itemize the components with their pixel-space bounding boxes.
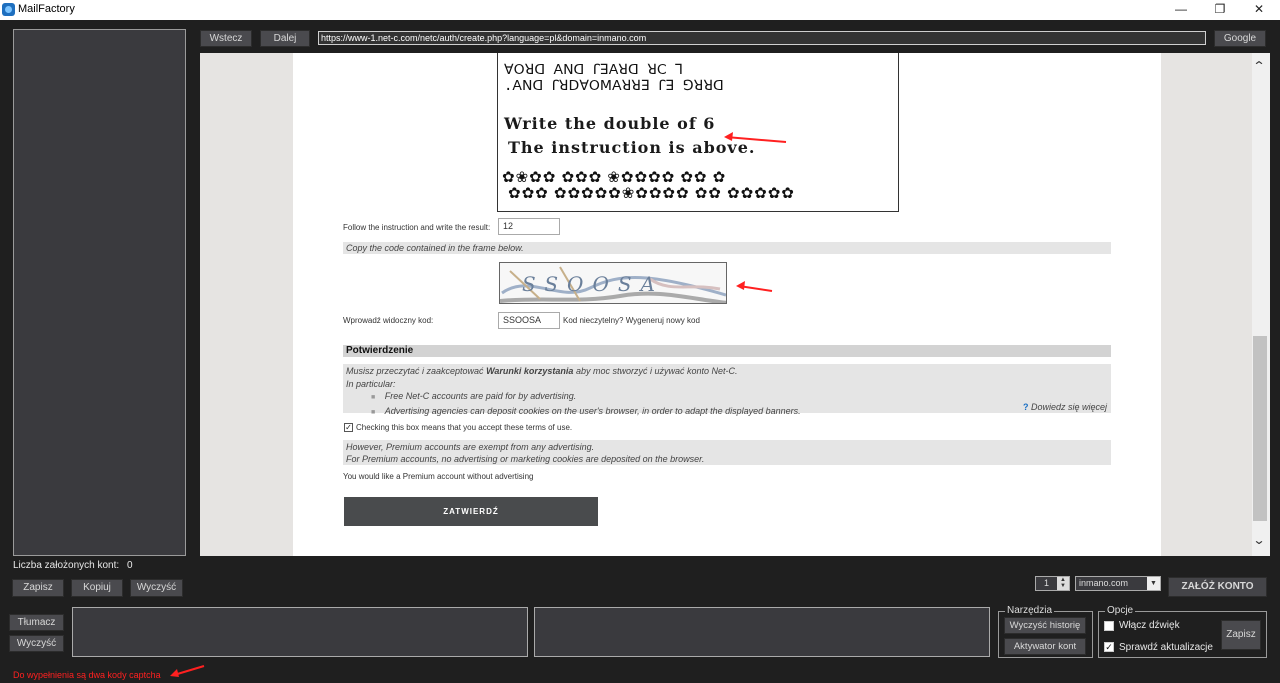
premium-question: You would like a Premium account without… — [343, 472, 534, 481]
vertical-scrollbar[interactable]: ⌃ ⌄ — [1252, 53, 1270, 556]
instruction-answer-input[interactable]: 12 — [498, 218, 560, 235]
scroll-up-icon[interactable]: ⌃ — [1252, 59, 1265, 73]
annotation-arrow-2-icon — [736, 281, 773, 292]
title-bar: MailFactory — ❐ ✕ — [0, 0, 1280, 20]
learn-more-link[interactable]: ? Dowiedz się więcej — [1023, 401, 1107, 414]
visible-code-label: Wprowadź widoczny kod: — [343, 316, 434, 325]
domain-select[interactable]: inmano.com ▼ — [1075, 576, 1161, 591]
spin-arrows-icon[interactable]: ▲ ▼ — [1057, 577, 1069, 590]
log-textarea-right[interactable] — [534, 607, 990, 657]
terms-box: Musisz przeczytać i zaakceptować Warunki… — [343, 364, 1111, 416]
premium-info-box: However, Premium accounts are exempt fro… — [343, 440, 1111, 465]
options-save-button[interactable]: Zapisz — [1221, 620, 1261, 650]
in-particular-text: In particular: — [346, 378, 396, 389]
clear-accounts-button[interactable]: Wyczyść — [130, 579, 183, 597]
annotation-arrow-1-icon — [724, 132, 787, 143]
options-group-title: Opcje — [1105, 605, 1136, 616]
translate-button[interactable]: Tłumacz — [9, 614, 64, 631]
close-button[interactable]: ✕ — [1242, 0, 1276, 20]
forward-button[interactable]: Dalej — [260, 30, 310, 47]
help-icon: ? — [1022, 402, 1029, 412]
captcha-mirrored-line-1: ꓯꓳꓤꓷ ꓮꓠꓷ ꓩꓱꓮꓤꓷ ꓤꓚ Ꞁ — [504, 62, 683, 78]
accounts-count-label: Liczba założonych kont: — [13, 560, 120, 571]
window-title: MailFactory — [18, 3, 75, 15]
maximize-button[interactable]: ❐ — [1203, 0, 1237, 20]
account-activator-button[interactable]: Aktywator kont — [1004, 638, 1086, 655]
instruction-label: Follow the instruction and write the res… — [343, 223, 491, 232]
minimize-button[interactable]: — — [1164, 0, 1198, 20]
bullet-1: ■ Free Net-C accounts are paid for by ad… — [371, 391, 577, 401]
annotation-arrow-3-icon — [170, 665, 205, 677]
save-button[interactable]: Zapisz — [12, 579, 64, 597]
confirmation-heading: Potwierdzenie — [343, 345, 1111, 357]
browser-viewport: ꓯꓳꓤꓷ ꓮꓠꓷ ꓩꓱꓮꓤꓷ ꓤꓚ Ꞁ .ꓮꓠꓷ ꓩꓤꓓꓯꓳꓟꓮꓤꓤꓱ ꓩꓱ ꓨ… — [200, 53, 1270, 556]
create-account-button[interactable]: ZAŁÓŻ KONTO — [1168, 577, 1267, 597]
captcha2-text: SSOOSA — [522, 272, 664, 296]
count-spinner[interactable]: 1 ▲ ▼ — [1035, 576, 1070, 591]
captcha-instruction-line-2: The instruction is above. — [508, 138, 756, 157]
accounts-count-value: 0 — [127, 560, 133, 571]
dropdown-arrow-icon: ▼ — [1147, 577, 1160, 590]
web-page: ꓯꓳꓤꓷ ꓮꓠꓷ ꓩꓱꓮꓤꓷ ꓤꓚ Ꞁ .ꓮꓠꓷ ꓩꓤꓓꓯꓳꓟꓮꓤꓤꓱ ꓩꓱ ꓨ… — [293, 53, 1161, 556]
updates-label: Sprawdź aktualizacje — [1119, 642, 1213, 653]
captcha-mirrored-line-2: .ꓮꓠꓷ ꓩꓤꓓꓯꓳꓟꓮꓤꓤꓱ ꓩꓱ ꓨꓤꓤꓷ — [504, 78, 724, 94]
captcha-instruction-line-1: Write the double of 6 — [504, 114, 716, 133]
accept-terms-checkbox[interactable]: ✓ — [344, 423, 353, 432]
tools-group-title: Narzędzia — [1005, 605, 1055, 616]
app-icon — [2, 3, 15, 16]
sound-checkbox[interactable] — [1104, 621, 1114, 631]
submit-button[interactable]: ZATWIERDŹ — [344, 497, 598, 526]
visible-code-input[interactable]: SSOOSA — [498, 312, 560, 329]
scroll-down-icon[interactable]: ⌄ — [1252, 533, 1265, 547]
google-button[interactable]: Google — [1214, 30, 1266, 47]
updates-checkbox[interactable]: ✓ — [1104, 642, 1114, 652]
back-button[interactable]: Wstecz — [200, 30, 252, 47]
clear-history-button[interactable]: Wyczyść historię — [1004, 617, 1086, 634]
clear-log-button[interactable]: Wyczyść — [9, 635, 64, 652]
scroll-thumb[interactable] — [1253, 336, 1267, 521]
copy-button[interactable]: Kopiuj — [71, 579, 123, 597]
status-note: Do wypełnienia są dwa kody captcha — [13, 670, 161, 680]
terms-text: Musisz przeczytać i zaakceptować Warunki… — [346, 366, 738, 376]
terms-link[interactable]: Warunki korzystania — [486, 366, 573, 376]
premium-line-2: For Premium accounts, no advertising or … — [346, 454, 705, 464]
captcha-flower-line-2: ✿✿✿ ✿✿✿✿✿❀✿✿✿✿ ✿✿ ✿✿✿✿✿ — [508, 185, 795, 202]
sound-label: Włącz dźwięk — [1119, 620, 1180, 631]
image-captcha: SSOOSA — [499, 262, 727, 304]
text-captcha-image: ꓯꓳꓤꓷ ꓮꓠꓷ ꓩꓱꓮꓤꓷ ꓤꓚ Ꞁ .ꓮꓠꓷ ꓩꓤꓓꓯꓳꓟꓮꓤꓤꓱ ꓩꓱ ꓨ… — [497, 53, 899, 212]
url-input[interactable]: https://www-1.net-c.com/netc/auth/create… — [318, 31, 1206, 45]
log-textarea-left[interactable] — [72, 607, 528, 657]
copy-code-bar: Copy the code contained in the frame bel… — [343, 242, 1111, 254]
premium-line-1: However, Premium accounts are exempt fro… — [346, 442, 595, 452]
accept-terms-label: Checking this box means that you accept … — [356, 423, 573, 432]
regenerate-code-link[interactable]: Kod nieczytelny? Wygeneruj nowy kod — [563, 316, 700, 325]
bullet-2: ■ Advertising agencies can deposit cooki… — [371, 405, 801, 416]
accounts-list-panel[interactable] — [13, 29, 186, 556]
